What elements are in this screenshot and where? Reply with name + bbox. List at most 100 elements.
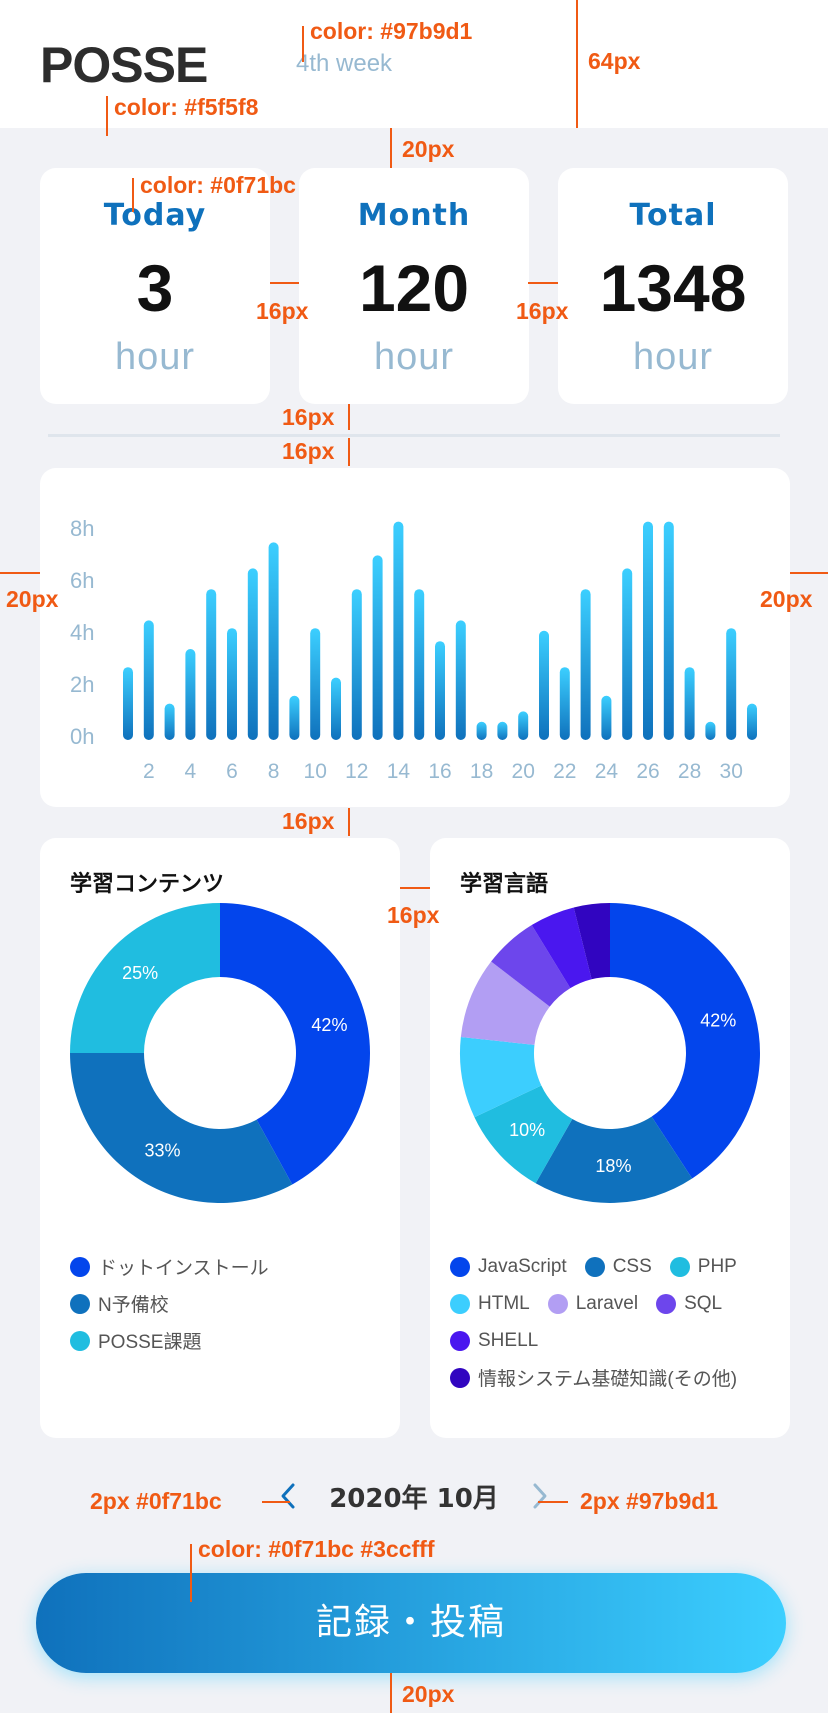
legend-label: POSSE課題 <box>98 1332 202 1353</box>
slice-label: 33% <box>144 1140 180 1160</box>
annotation-text: 20px <box>402 136 455 162</box>
legend-label: Laravel <box>575 1292 639 1314</box>
bar <box>310 628 321 740</box>
legend-dot <box>450 1256 470 1277</box>
x-tick-label: 8 <box>268 760 280 783</box>
bar <box>331 677 341 740</box>
x-tick-label: 6 <box>226 760 238 783</box>
bar <box>143 620 154 740</box>
legend-item: CSS <box>584 1256 652 1278</box>
stat-unit: hour <box>632 336 714 378</box>
bar <box>393 521 404 740</box>
y-tick-label: 0h <box>70 724 94 749</box>
stat-value: 120 <box>358 251 470 325</box>
legend-dot <box>70 1256 90 1277</box>
y-tick-label: 8h <box>70 516 94 541</box>
pie-slice <box>70 1053 293 1203</box>
annotation-line <box>390 1673 392 1713</box>
stat-card-total: Total 1348 hour <box>558 168 788 404</box>
legend-dot <box>70 1330 90 1351</box>
stat-unit: hour <box>114 336 196 378</box>
x-tick-label: 24 <box>595 760 619 783</box>
pie-title: 学習コンテンツ <box>70 872 225 897</box>
bar <box>455 620 466 740</box>
annotation-text: 64px <box>588 48 641 74</box>
legend-item: JavaScript <box>450 1256 567 1278</box>
language-donut-chart: 42% 18% 10% <box>460 903 761 1203</box>
x-tick-label: 2 <box>143 760 155 783</box>
bar <box>247 568 258 740</box>
content-pie-card: 学習コンテンツ 42% 33% 25% ドットインストール N予備校 POSSE課題 <box>40 838 400 1438</box>
stat-card-month: Month 120 hour <box>299 168 529 404</box>
slice-label: 10% <box>509 1120 545 1140</box>
annotation-text: 20px <box>6 586 59 612</box>
legend-label: HTML <box>478 1292 530 1314</box>
bar <box>372 555 383 740</box>
annotation-line <box>790 572 828 574</box>
annotation-line <box>190 1544 192 1602</box>
language-legend: JavaScript CSS PHP HTML Laravel SQL SHEL… <box>450 1248 780 1396</box>
x-tick-label: 14 <box>387 760 411 783</box>
bar <box>726 628 737 740</box>
x-tick-label: 30 <box>720 760 743 783</box>
legend-dot <box>669 1256 690 1277</box>
x-tick-label: 4 <box>185 760 197 783</box>
language-pie-card: 学習言語 42% 18% 10% JavaScript CSS PHP HTML L… <box>430 838 790 1438</box>
x-tick-label: 20 <box>512 760 535 783</box>
stat-value: 1348 <box>599 251 747 325</box>
annotation-line <box>348 438 350 466</box>
bar <box>435 641 445 740</box>
bar <box>206 589 217 740</box>
bar <box>601 695 612 740</box>
annotation-line <box>270 282 299 284</box>
legend-item: N予備校 <box>70 1290 169 1317</box>
annotation-text: 2px #0f71bc <box>90 1488 222 1514</box>
x-tick-label: 18 <box>470 760 493 783</box>
annotation-line <box>132 178 134 212</box>
legend-label: JavaScript <box>478 1255 567 1277</box>
annotation-text: color: #0f71bc #3ccfff <box>198 1536 435 1562</box>
x-tick-label: 10 <box>304 760 327 783</box>
slice-label: 18% <box>595 1156 631 1176</box>
annotation-line <box>348 404 350 430</box>
annotation-text: 16px <box>282 404 335 430</box>
week-label: 4th week <box>296 50 393 77</box>
legend-label: SQL <box>684 1292 723 1314</box>
bar <box>268 542 279 740</box>
slice-label: 42% <box>311 1015 347 1035</box>
annotation-line <box>528 282 558 284</box>
x-tick-label: 22 <box>553 760 576 783</box>
bar <box>580 589 591 740</box>
legend-dot <box>547 1293 568 1314</box>
legend-item: SHELL <box>450 1330 538 1352</box>
y-tick-label: 6h <box>70 568 94 593</box>
x-tick-label: 16 <box>428 760 451 783</box>
x-tick-label: 28 <box>678 760 701 783</box>
legend-item: Laravel <box>547 1292 639 1315</box>
annotation-text: 16px <box>282 438 335 464</box>
record-post-button[interactable]: 記録・投稿 <box>36 1573 786 1673</box>
annotation-line <box>0 572 40 574</box>
annotation-text: color: #97b9d1 <box>310 18 473 44</box>
legend-label: N予備校 <box>98 1295 169 1316</box>
bar <box>559 667 570 740</box>
annotation-text: 16px <box>387 902 440 928</box>
content-legend: ドットインストール N予備校 POSSE課題 <box>70 1248 390 1359</box>
chevron-right-icon[interactable] <box>530 1482 550 1510</box>
legend-item: 情報システム基礎知識(その他) <box>450 1364 737 1391</box>
legend-dot <box>450 1367 470 1388</box>
bar <box>476 721 487 740</box>
x-tick-label: 12 <box>345 760 368 783</box>
annotation-text: 2px #97b9d1 <box>580 1488 719 1514</box>
stat-label: Total <box>629 198 717 233</box>
bar <box>185 649 196 740</box>
bar <box>123 667 133 740</box>
annotation-text: 16px <box>256 298 309 324</box>
annotation-line <box>400 887 430 889</box>
slice-label: 25% <box>122 963 158 983</box>
annotation-text: color: #f5f5f8 <box>114 94 259 120</box>
annotation-line <box>348 808 350 836</box>
stat-value: 3 <box>136 251 174 325</box>
bar <box>643 521 653 740</box>
legend-label: SHELL <box>478 1329 539 1351</box>
